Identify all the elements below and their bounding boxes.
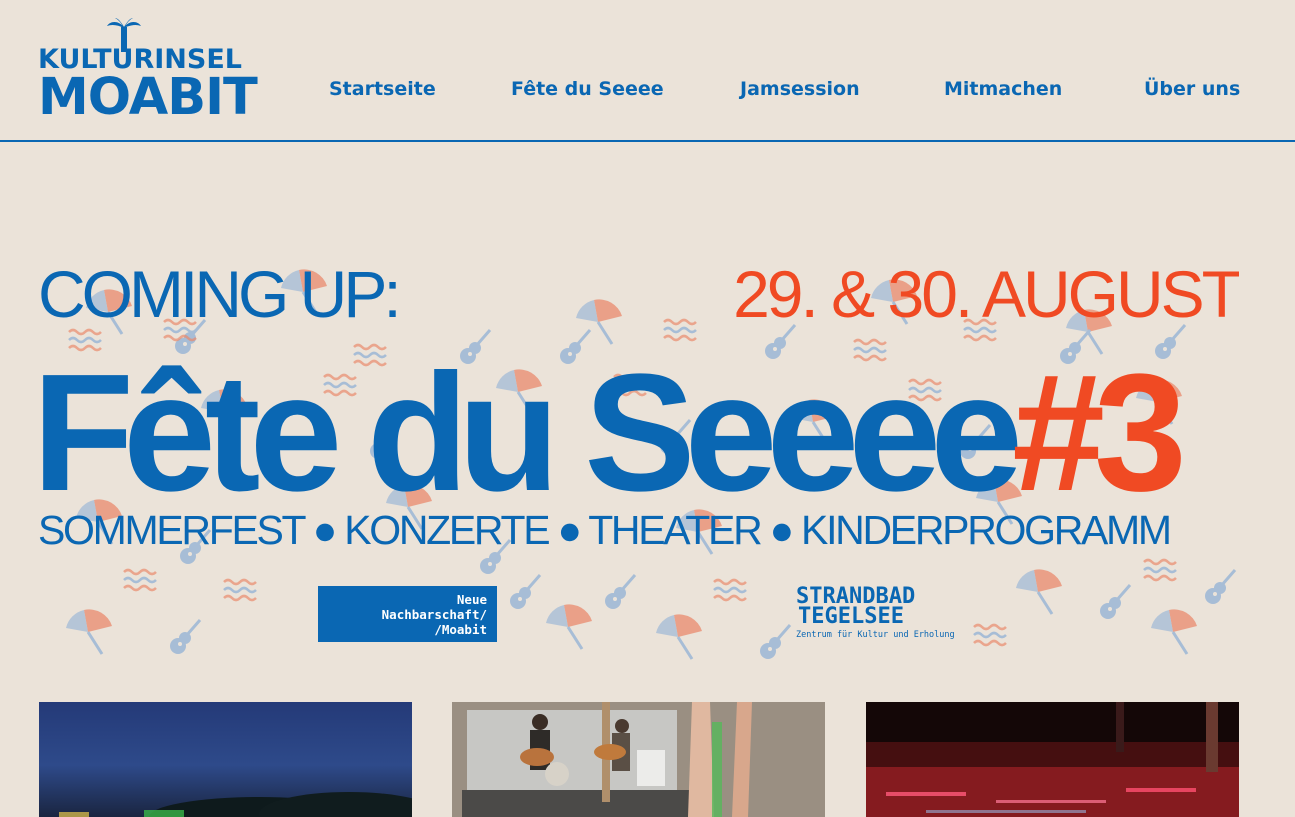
banner-text: COMING UP: 29. & 30. AUGUST Fête du Seee… [38,262,1239,662]
photo-thumbnail-3[interactable] [866,702,1239,817]
site-header: KULTURINSEL MOABIT Startseite Fête du Se… [0,0,1295,142]
logo-text-bottom: MOABIT [38,68,258,127]
event-title-number: #3 [1012,340,1187,526]
coming-up-label: COMING UP: [38,262,402,331]
photo-concert-stage [452,702,825,817]
partner-logo-neue-nachbarschaft: Neue Nachbarschaft/ /Moabit [318,586,497,642]
partner2-line2: TEGELSEE [798,604,904,629]
nav-fete-du-seeee[interactable]: Fête du Seeee [511,78,664,100]
event-banner[interactable]: COMING UP: 29. & 30. AUGUST Fête du Seee… [38,262,1239,662]
partner1-line3: /Moabit [434,622,487,637]
nav-mitmachen[interactable]: Mitmachen [944,78,1062,100]
nav-jamsession[interactable]: Jamsession [740,78,860,100]
photo-night-field [59,792,412,817]
photo-thumbnail-2[interactable] [452,702,825,817]
photo-thumbnail-1[interactable] [39,702,412,817]
event-title: Fête du Seeee#3 [38,348,1187,518]
logo[interactable]: KULTURINSEL MOABIT [38,18,290,127]
nav-ueber-uns[interactable]: Über uns [1144,78,1240,100]
event-subtitle: SOMMERFEST ● KONZERTE ● THEATER ● KINDER… [38,507,1172,553]
main-nav: Startseite Fête du Seeee Jamsession Mitm… [329,78,1240,106]
photo-water-reflections [866,702,1239,817]
event-date: 29. & 30. AUGUST [733,262,1239,331]
nav-startseite[interactable]: Startseite [329,78,436,100]
partner1-line1: Neue [456,592,487,607]
partner2-tagline: Zentrum für Kultur und Erholung [796,630,955,640]
event-title-text: Fête du Seeee [38,340,1023,526]
partner-logo-strandbad: STRANDBAD TEGELSEE Zentrum für Kultur un… [796,586,966,646]
partner1-line2: Nachbarschaft/ [381,607,487,622]
